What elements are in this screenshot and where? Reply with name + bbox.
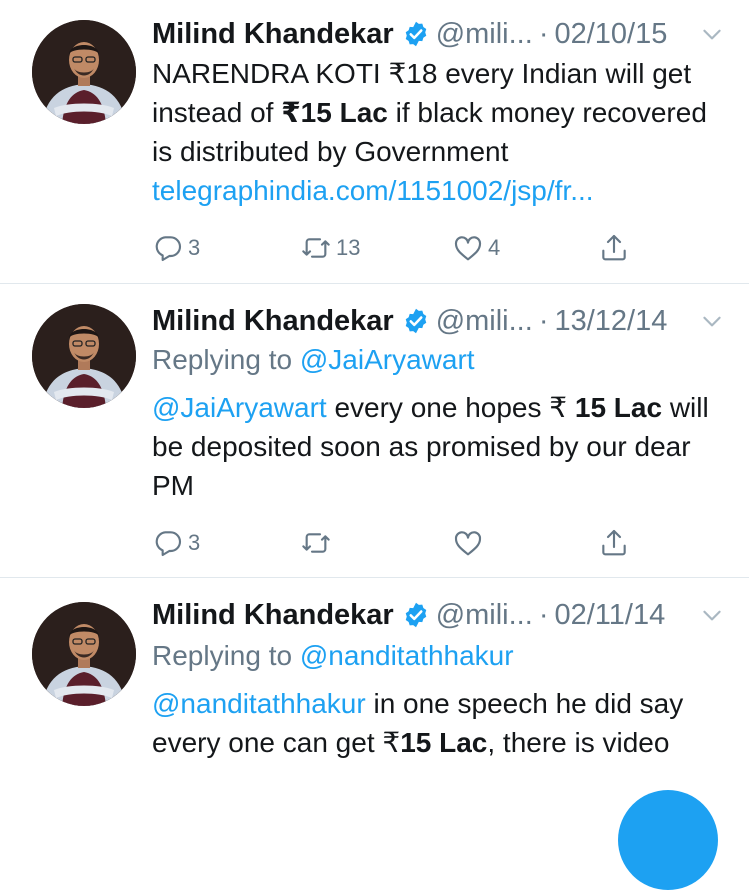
tweet-actions: 3 13 4 [152, 228, 642, 268]
chevron-down-icon[interactable] [699, 21, 725, 47]
verified-badge-icon [405, 602, 426, 628]
avatar[interactable] [32, 304, 136, 408]
heart-icon [454, 531, 482, 556]
tweet-header: Milind Khandekar @mili... · 13/12/14 [152, 301, 725, 341]
tweet-date[interactable]: 13/12/14 [554, 305, 667, 338]
reply-icon [155, 531, 182, 557]
tweet[interactable]: Milind Khandekar @mili... · 02/10/15 NAR… [0, 0, 749, 283]
chevron-down-icon[interactable] [699, 308, 725, 334]
verified-badge-icon [405, 308, 426, 334]
tweet-text-bold: ₹15 Lac [281, 97, 388, 128]
retweet-icon [302, 238, 330, 258]
share-icon [602, 234, 626, 261]
tweet-text-bold: 15 Lac [400, 727, 488, 758]
avatar[interactable] [32, 602, 136, 706]
replying-to-label: Replying to [152, 640, 300, 671]
author-handle[interactable]: @mili... [436, 18, 533, 51]
retweet-icon [302, 533, 330, 553]
tweet[interactable]: Milind Khandekar @mili... · 13/12/14 Rep… [0, 284, 749, 577]
tweet-header: Milind Khandekar @mili... · 02/10/15 [152, 14, 725, 54]
tweet-header: Milind Khandekar @mili... · 02/11/14 [152, 595, 725, 635]
mention-link[interactable]: @nanditathhakur [152, 688, 366, 719]
like-button[interactable]: 4 [452, 228, 500, 268]
reply-icon [155, 236, 182, 262]
separator-dot: · [538, 304, 549, 337]
heart-icon [454, 236, 482, 261]
tweet-text-segment: every one hopes ₹ [326, 392, 575, 423]
replying-to-handle[interactable]: @nanditathhakur [300, 640, 514, 671]
verified-badge-icon [405, 21, 426, 47]
reply-button[interactable]: 3 [152, 523, 200, 563]
replying-to-handle[interactable]: @JaiAryawart [300, 344, 475, 375]
mention-link[interactable]: @JaiAryawart [152, 392, 327, 423]
retweet-count: 13 [336, 235, 361, 260]
tweet-date[interactable]: 02/11/14 [554, 599, 665, 632]
tweet-actions: 3 [152, 523, 642, 563]
separator-dot: · [538, 598, 549, 631]
tweet-text-segment: , there is video [487, 727, 670, 758]
separator-dot: · [538, 17, 549, 50]
replying-to: Replying to @nanditathhakur [152, 640, 514, 672]
tweet[interactable]: Milind Khandekar @mili... · 02/11/14 Rep… [0, 578, 749, 802]
like-button[interactable] [452, 523, 488, 563]
tweet-date[interactable]: 02/10/15 [554, 18, 667, 51]
author-handle[interactable]: @mili... [436, 305, 533, 338]
tweet-text: NARENDRA KOTI ₹18 every Indian will get … [152, 54, 732, 210]
retweet-button[interactable] [300, 523, 336, 563]
reply-button[interactable]: 3 [152, 228, 200, 268]
author-name[interactable]: Milind Khandekar [152, 599, 394, 632]
author-name[interactable]: Milind Khandekar [152, 305, 394, 338]
retweet-button[interactable]: 13 [300, 228, 360, 268]
share-button[interactable] [598, 228, 630, 268]
share-icon [602, 529, 626, 556]
tweet-text-bold: 15 Lac [574, 392, 663, 423]
tweet-link[interactable]: telegraphindia.com/1151002/jsp/fr... [152, 175, 594, 206]
compose-tweet-button[interactable] [618, 790, 718, 890]
share-button[interactable] [598, 523, 630, 563]
replying-to: Replying to @JaiAryawart [152, 344, 475, 376]
tweet-text: @nanditathhakur in one speech he did say… [152, 684, 732, 762]
like-count: 4 [488, 235, 501, 260]
author-handle[interactable]: @mili... [436, 599, 533, 632]
reply-count: 3 [188, 235, 201, 260]
author-name[interactable]: Milind Khandekar [152, 18, 394, 51]
chevron-down-icon[interactable] [699, 602, 725, 628]
replying-to-label: Replying to [152, 344, 300, 375]
tweet-text: @JaiAryawart every one hopes ₹ 15 Lac wi… [152, 388, 732, 505]
avatar[interactable] [32, 20, 136, 124]
reply-count: 3 [188, 530, 201, 555]
